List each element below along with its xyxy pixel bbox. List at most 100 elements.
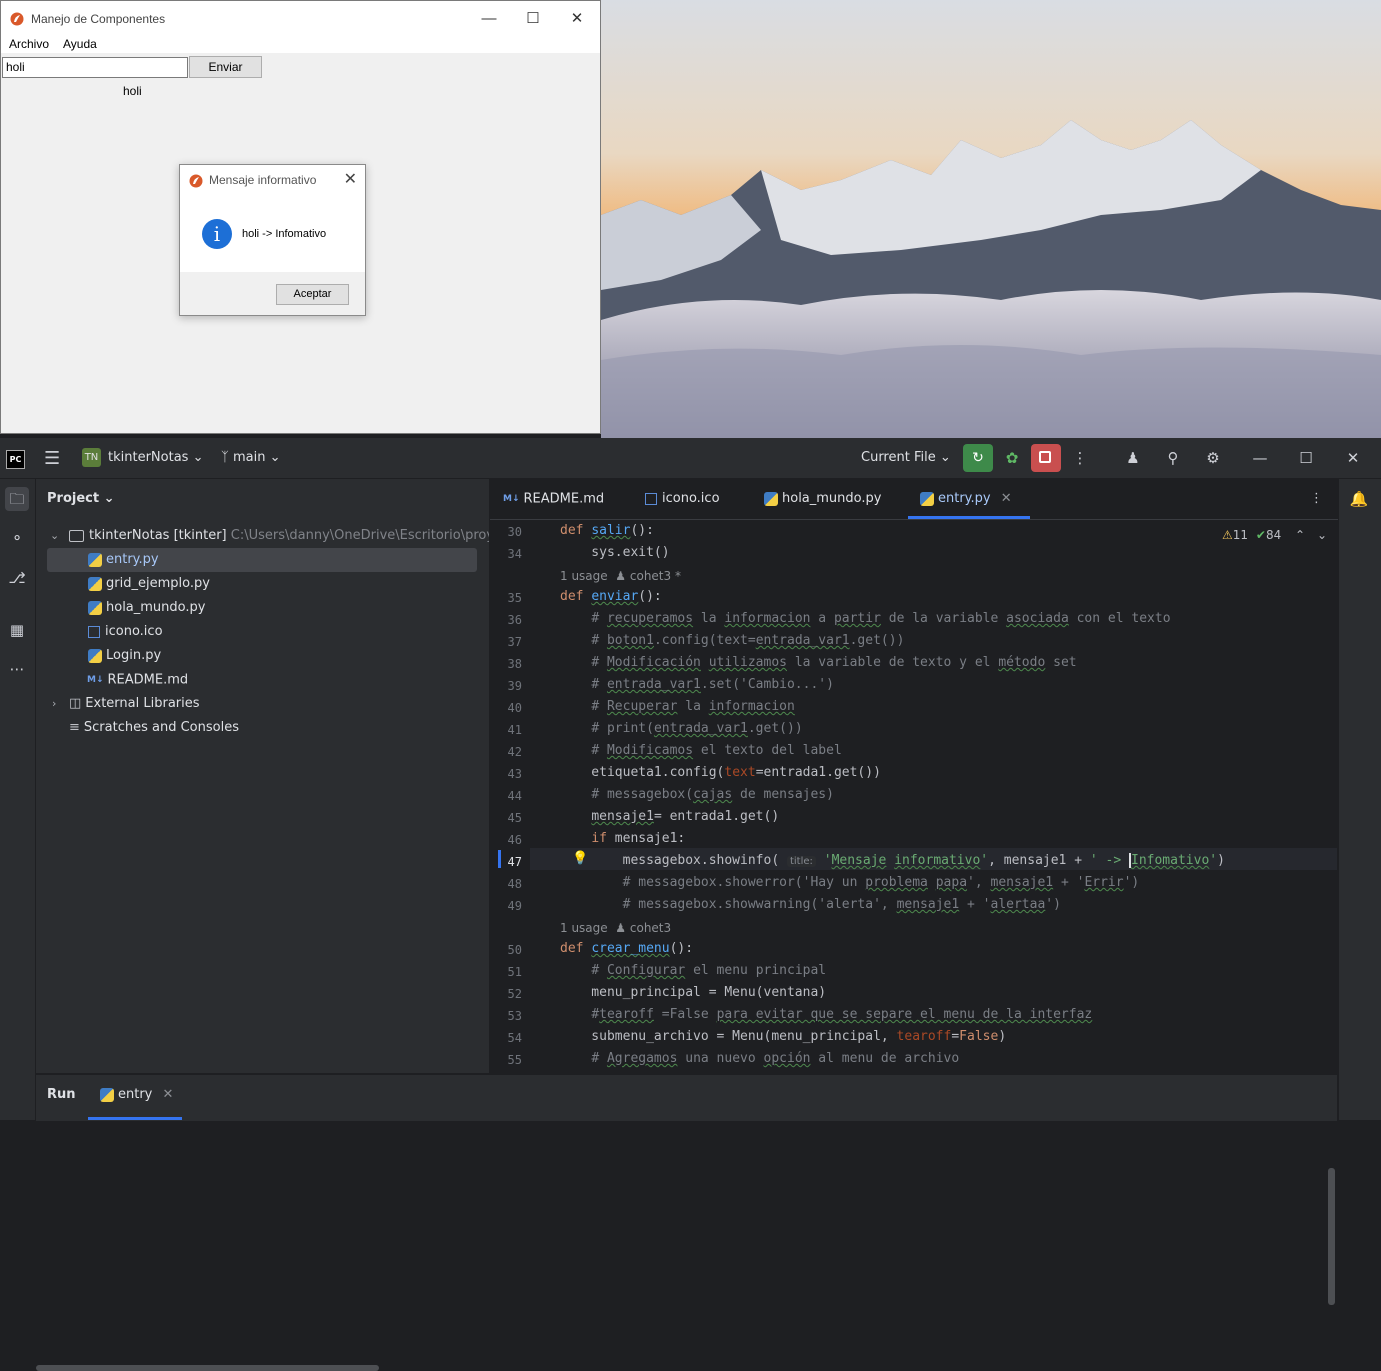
- tree-file-grid-ejemplo[interactable]: grid_ejemplo.py: [36, 572, 489, 596]
- project-panel-title[interactable]: Project ⌄: [47, 491, 115, 506]
- settings-gear-icon[interactable]: ⚙: [1202, 447, 1224, 469]
- branch-selector[interactable]: ᛉ main ⌄: [221, 450, 280, 465]
- close-tab-icon[interactable]: ✕: [163, 1087, 174, 1102]
- tree-scratches[interactable]: ≡ Scratches and Consoles: [36, 716, 489, 740]
- branch-name: main: [232, 450, 266, 465]
- text-entry[interactable]: holi: [2, 57, 188, 78]
- tree-file-icono[interactable]: icono.ico: [36, 620, 489, 644]
- more-tools-icon[interactable]: ⋯: [5, 657, 29, 681]
- line-number: 46: [507, 833, 522, 847]
- tab-readme[interactable]: M↓ README.md: [503, 479, 604, 519]
- structure-icon[interactable]: ▦: [5, 618, 29, 642]
- code-line: def enviar():: [560, 589, 662, 604]
- tab-label: README.md: [523, 491, 605, 507]
- code-editor[interactable]: 💡 ⚠11 ✔84 ⌃ ⌄ 30 34 35 36 37 38 39 40 41…: [490, 520, 1337, 1073]
- scratches-icon: ≡: [69, 720, 80, 735]
- code-usage-hint[interactable]: 1 usage ♟ cohet3 *: [560, 569, 681, 583]
- tree-label: Scratches and Consoles: [83, 720, 239, 735]
- close-tab-icon[interactable]: ✕: [1001, 491, 1012, 506]
- line-number: 55: [507, 1053, 522, 1067]
- notifications-bell-icon[interactable]: 🔔: [1347, 487, 1371, 511]
- line-number: 39: [507, 679, 522, 693]
- aceptar-button[interactable]: Aceptar: [276, 284, 349, 305]
- line-number: 53: [507, 1009, 522, 1023]
- line-number: 30: [507, 525, 522, 539]
- add-user-icon[interactable]: ♟: [1122, 447, 1144, 469]
- param-inlay-hint: title:: [786, 856, 816, 867]
- chevron-down-icon[interactable]: ⌄: [1317, 528, 1327, 542]
- tab-label: icono.ico: [662, 491, 720, 506]
- rerun-button[interactable]: ↻: [963, 444, 993, 472]
- code-line: # Agregamos una nuevo opción al menu de …: [591, 1051, 960, 1066]
- library-icon: ◫: [69, 696, 82, 711]
- pull-requests-icon[interactable]: ⎇: [5, 566, 29, 590]
- tree-file-entry[interactable]: entry.py: [47, 548, 477, 572]
- messagebox-content: i holi -> Infomativo: [180, 195, 365, 272]
- debug-icon[interactable]: ✿: [1001, 447, 1023, 469]
- code-line: sys.exit(): [560, 545, 670, 560]
- menu-ayuda[interactable]: Ayuda: [63, 37, 97, 51]
- usage-count: 1 usage: [560, 921, 608, 935]
- project-horizontal-scrollbar[interactable]: [36, 1365, 379, 1371]
- editor-scrollbar[interactable]: [1328, 1168, 1335, 1305]
- python-file-icon: [88, 576, 102, 591]
- enviar-button[interactable]: Enviar: [189, 56, 262, 78]
- close-icon[interactable]: ✕: [1342, 447, 1364, 469]
- project-panel-title-label: Project: [47, 491, 100, 506]
- folder-icon: [69, 529, 84, 542]
- project-panel: Project ⌄ ⌄ tkinterNotas [tkinter] C:\Us…: [36, 479, 490, 1073]
- minimize-icon[interactable]: —: [1249, 447, 1271, 469]
- stop-button[interactable]: [1031, 444, 1061, 472]
- more-actions-icon[interactable]: ⋮: [1069, 447, 1091, 469]
- run-tab-entry[interactable]: entry ✕: [100, 1087, 173, 1102]
- code-line: # messagebox.showwarning('alerta', mensa…: [622, 897, 1061, 912]
- main-menu-icon[interactable]: ☰: [44, 448, 60, 469]
- line-number: 37: [507, 635, 522, 649]
- minimize-icon[interactable]: —: [467, 7, 511, 31]
- project-selector[interactable]: tkinterNotas ⌄: [108, 450, 203, 465]
- code-line: submenu_archivo = Menu(menu_principal, t…: [560, 1029, 1007, 1044]
- line-number: 41: [507, 723, 522, 737]
- line-number: 42: [507, 745, 522, 759]
- project-folder-icon[interactable]: 🗀: [5, 487, 29, 511]
- tree-root[interactable]: ⌄ tkinterNotas [tkinter] C:\Users\danny\…: [36, 524, 489, 548]
- markdown-file-icon: M↓: [503, 494, 520, 504]
- maximize-icon[interactable]: ☐: [511, 7, 555, 31]
- desktop-wallpaper: [601, 0, 1381, 438]
- commit-icon[interactable]: ⚬: [5, 526, 29, 550]
- line-number: 36: [507, 613, 522, 627]
- code-line: # messagebox.showerror('Hay un problema …: [622, 875, 1140, 890]
- menu-archivo[interactable]: Archivo: [9, 37, 49, 51]
- tab-entry[interactable]: entry.py ✕: [908, 479, 1030, 519]
- code-usage-hint[interactable]: 1 usage ♟ cohet3: [560, 921, 671, 935]
- close-icon[interactable]: ✕: [344, 169, 357, 189]
- maximize-icon[interactable]: ☐: [1295, 447, 1317, 469]
- inspection-widget[interactable]: ⚠11 ✔84 ⌃ ⌄: [1222, 528, 1327, 542]
- python-file-icon: [100, 1087, 114, 1102]
- tabs-more-icon[interactable]: ⋮: [1310, 479, 1323, 519]
- tree-file-hola-mundo[interactable]: hola_mundo.py: [36, 596, 489, 620]
- code-line: # boton1.config(text=entrada_var1.get()): [591, 633, 905, 648]
- chevron-up-icon[interactable]: ⌃: [1295, 528, 1305, 542]
- tab-icono[interactable]: icono.ico: [645, 479, 720, 519]
- python-file-icon: [88, 552, 102, 567]
- code-line: # Recuperar la informacion: [591, 699, 795, 714]
- search-icon[interactable]: ⚲: [1162, 447, 1184, 469]
- close-icon[interactable]: ✕: [555, 7, 599, 31]
- python-file-icon: [920, 491, 934, 506]
- run-config-selector[interactable]: Current File ⌄: [861, 450, 951, 465]
- file-label: README.md: [107, 672, 189, 688]
- line-number: 50: [507, 943, 522, 957]
- code-line: etiqueta1.config(text=entrada1.get()): [560, 765, 881, 780]
- file-label: icono.ico: [105, 624, 163, 639]
- tree-label: External Libraries: [85, 696, 200, 711]
- tree-file-readme[interactable]: M↓ README.md: [36, 668, 489, 692]
- tree-file-login[interactable]: Login.py: [36, 644, 489, 668]
- usage-author: cohet3 *: [629, 569, 681, 583]
- tree-external-libraries[interactable]: › ◫ External Libraries: [36, 692, 489, 716]
- tab-hola-mundo[interactable]: hola_mundo.py: [764, 479, 881, 519]
- code-line: menu_principal = Menu(ventana): [560, 985, 827, 1000]
- code-line: # recuperamos la informacion a partir de…: [591, 611, 1171, 626]
- messagebox-message: holi -> Infomativo: [242, 228, 327, 240]
- line-number: 51: [507, 965, 522, 979]
